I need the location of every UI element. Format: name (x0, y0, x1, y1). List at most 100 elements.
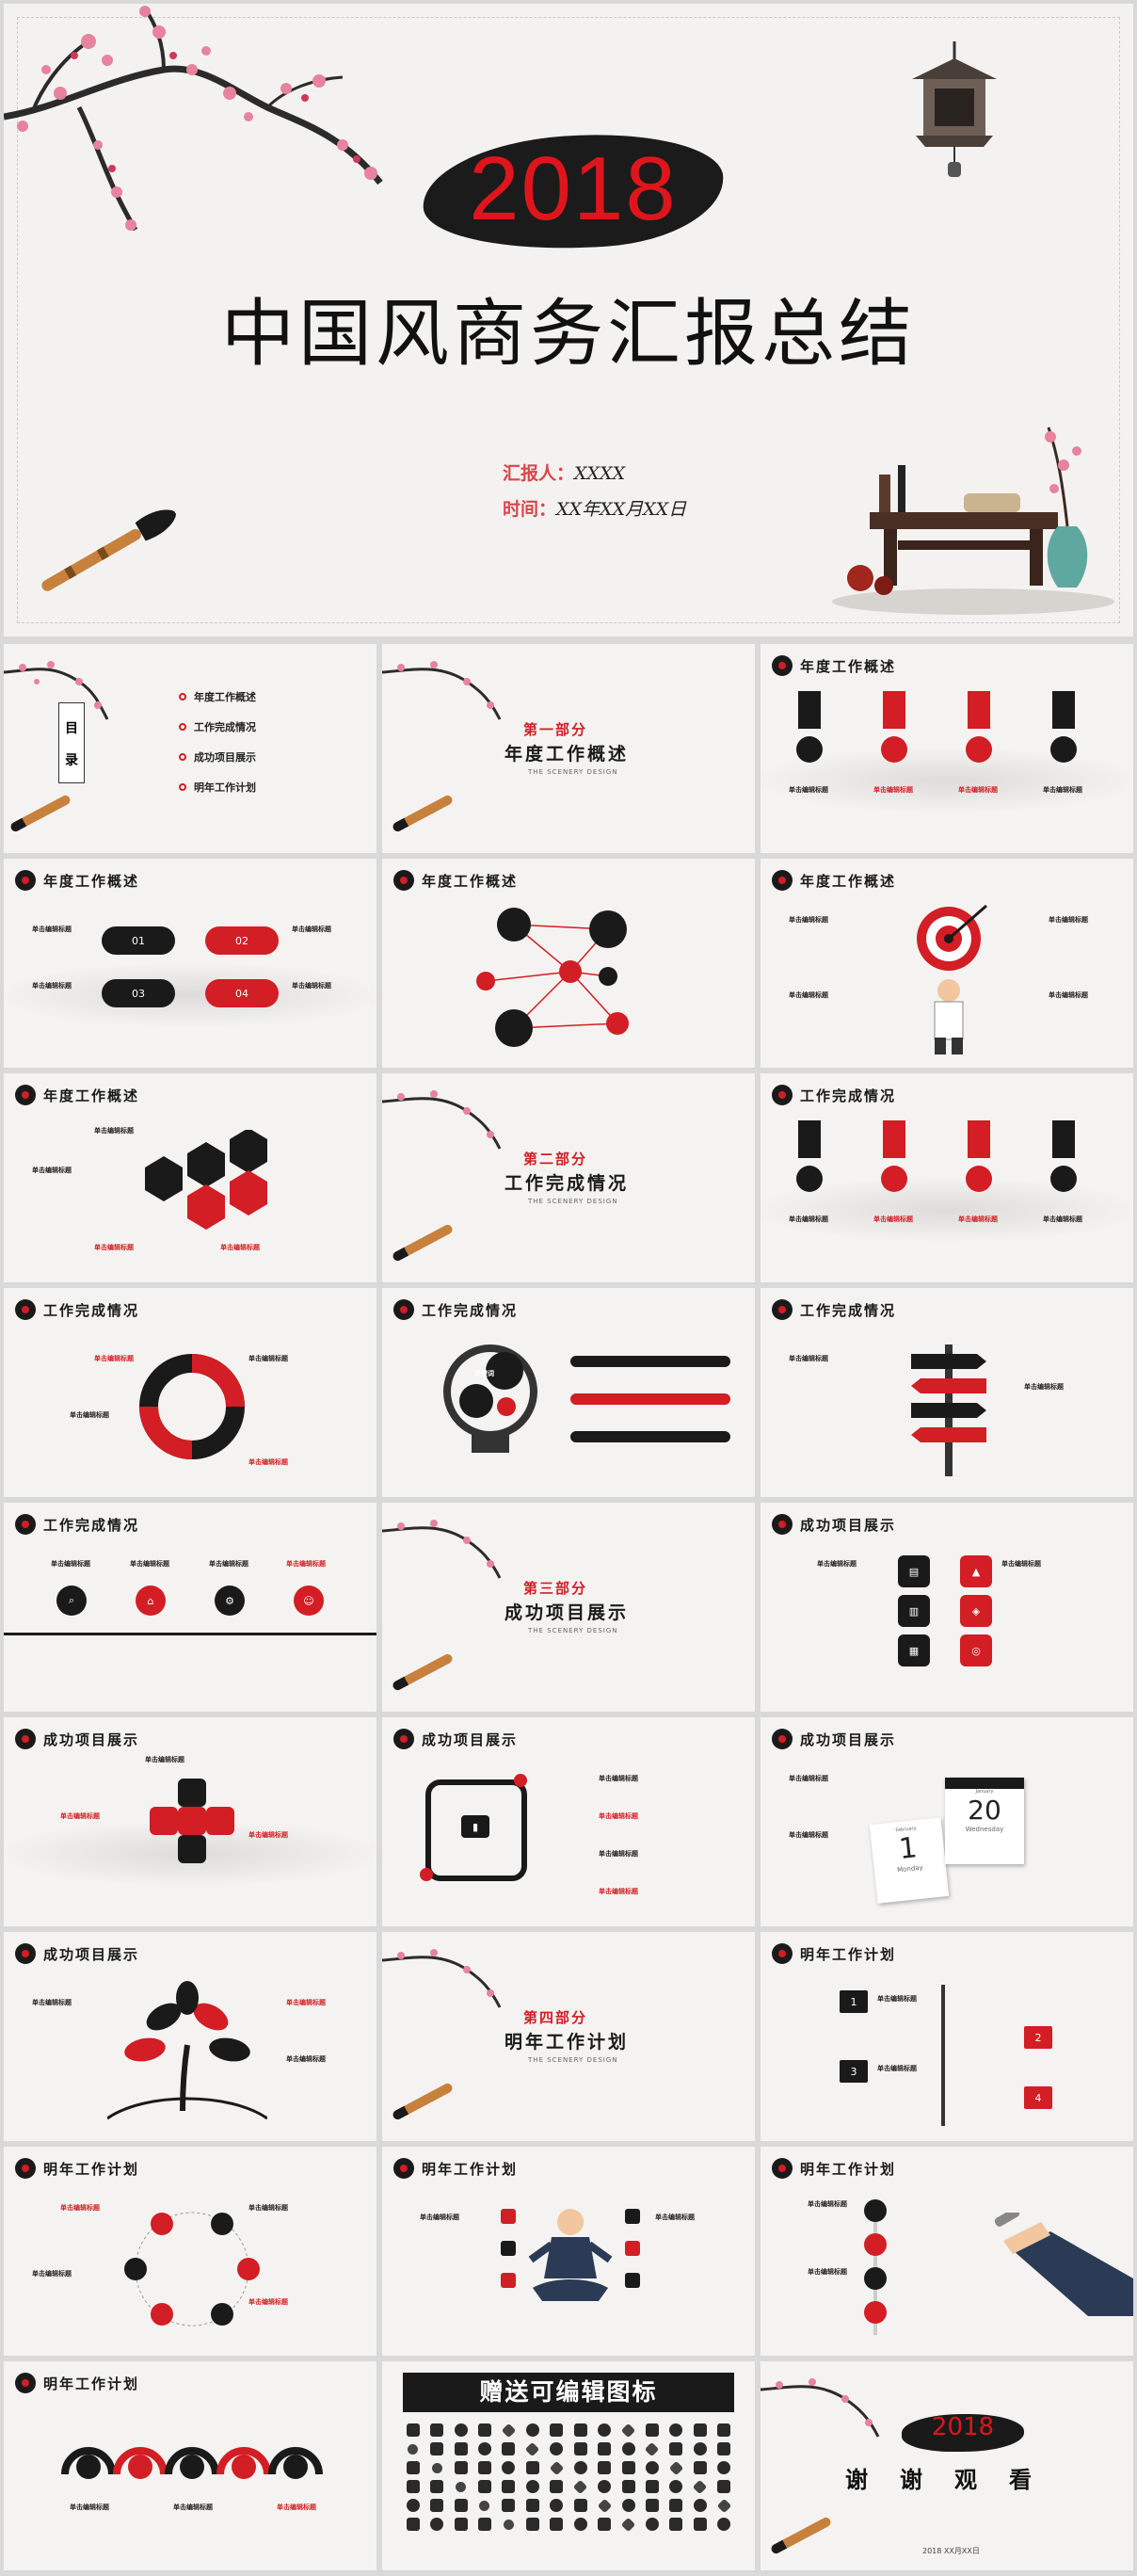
library-icon[interactable] (502, 2480, 516, 2493)
library-icon[interactable] (430, 2499, 444, 2512)
library-icon[interactable] (477, 2518, 491, 2531)
library-icon[interactable] (597, 2498, 612, 2513)
slide-section-3[interactable]: 第三部分 成功项目展示 THE SCENERY DESIGN (382, 1503, 755, 1712)
library-icon[interactable] (645, 2461, 659, 2474)
library-icon[interactable] (693, 2423, 707, 2437)
library-icon[interactable] (405, 2441, 421, 2456)
slide-project-5[interactable]: 成功项目展示 单击编辑标题 单击编辑标题 单击编辑标题 (4, 1932, 376, 2141)
library-icon[interactable] (717, 2518, 731, 2531)
library-icon[interactable] (454, 2442, 468, 2455)
slide-overview-4[interactable]: 年度工作概述 单击编辑标题 单击编辑标题 单击编辑标题 单击编辑标题 (761, 859, 1133, 1068)
slide-plan-4[interactable]: 明年工作计划 单击编辑标题 单击编辑标题 (761, 2147, 1133, 2356)
library-icon[interactable] (598, 2442, 612, 2455)
library-icon[interactable] (693, 2479, 708, 2494)
library-icon[interactable] (573, 2499, 587, 2512)
library-icon[interactable] (406, 2423, 420, 2437)
library-icon[interactable] (598, 2480, 612, 2493)
library-icon[interactable] (598, 2518, 612, 2531)
library-icon[interactable] (716, 2498, 732, 2513)
library-icon[interactable] (645, 2480, 659, 2493)
toc-item[interactable]: 成功项目展示 (179, 749, 256, 765)
library-icon[interactable] (406, 2518, 420, 2531)
library-icon[interactable] (573, 2461, 587, 2474)
library-icon[interactable] (477, 2461, 491, 2474)
slide-plan-5[interactable]: 明年工作计划 单击编辑标题 单击编辑标题 单击编辑标题 (4, 2361, 376, 2570)
library-icon[interactable] (717, 2461, 731, 2474)
slide-project-3[interactable]: 成功项目展示 ▮ 单击编辑标题 单击编辑标题 单击编辑标题 单击编辑标题 (382, 1717, 755, 1926)
slide-completion-4[interactable]: 工作完成情况 单击编辑标题 单击编辑标题 (761, 1288, 1133, 1497)
library-icon[interactable] (549, 2460, 565, 2475)
slide-completion-2[interactable]: 工作完成情况 单击编辑标题 单击编辑标题 单击编辑标题 单击编辑标题 (4, 1288, 376, 1497)
library-icon[interactable] (502, 2461, 516, 2474)
library-icon[interactable] (668, 2460, 684, 2475)
slide-completion-3[interactable]: 工作完成情况 关键词 (382, 1288, 755, 1497)
library-icon[interactable] (430, 2518, 444, 2531)
library-icon[interactable] (621, 2480, 635, 2493)
slide-overview-2[interactable]: 年度工作概述 01 02 03 04 单击编辑标题 单击编辑标题 单击编辑标题 … (4, 859, 376, 1068)
library-icon[interactable] (430, 2423, 444, 2437)
slide-completion-1[interactable]: 工作完成情况 单击编辑标题 单击编辑标题 单击编辑标题 单击编辑标题 (761, 1073, 1133, 1282)
slide-plan-1[interactable]: 明年工作计划 1 2 3 4 单击编辑标题 单击编辑标题 (761, 1932, 1133, 2141)
library-icon[interactable] (717, 2423, 731, 2437)
library-icon[interactable] (669, 2423, 683, 2437)
library-icon[interactable] (525, 2480, 539, 2493)
library-icon[interactable] (406, 2499, 420, 2512)
library-icon[interactable] (454, 2461, 468, 2474)
library-icon[interactable] (502, 2499, 516, 2512)
library-icon[interactable] (621, 2499, 635, 2512)
library-icon[interactable] (573, 2518, 587, 2531)
slide-section-4[interactable]: 第四部分 明年工作计划 THE SCENERY DESIGN (382, 1932, 755, 2141)
slide-toc[interactable]: 目录 年度工作概述 工作完成情况 成功项目展示 明年工作计划 (4, 644, 376, 853)
library-icon[interactable] (645, 2423, 659, 2437)
library-icon[interactable] (406, 2480, 420, 2493)
library-icon[interactable] (406, 2461, 420, 2474)
library-icon[interactable] (573, 2423, 587, 2437)
library-icon[interactable] (525, 2518, 539, 2531)
slide-section-1[interactable]: 第一部分 年度工作概述 THE SCENERY DESIGN (382, 644, 755, 853)
library-icon[interactable] (693, 2461, 707, 2474)
library-icon[interactable] (620, 2423, 636, 2438)
library-icon[interactable] (525, 2423, 539, 2437)
toc-item[interactable]: 年度工作概述 (179, 689, 256, 704)
library-icon[interactable] (477, 2442, 491, 2455)
library-icon[interactable] (430, 2480, 444, 2493)
library-icon[interactable] (669, 2499, 683, 2512)
library-icon[interactable] (477, 2423, 491, 2437)
slide-thanks[interactable]: 2018 谢谢观看 2018 XX月XX日 (761, 2361, 1133, 2570)
library-icon[interactable] (525, 2461, 539, 2474)
cover-slide[interactable]: 2018 中国风商务汇报总结 汇报人：XXXX 时间：XX年XX月XX日 (4, 4, 1133, 636)
library-icon[interactable] (717, 2442, 731, 2455)
library-icon[interactable] (430, 2442, 444, 2455)
library-icon[interactable] (572, 2479, 588, 2494)
library-icon[interactable] (598, 2461, 612, 2474)
library-icon[interactable] (525, 2441, 540, 2456)
library-icon[interactable] (669, 2480, 683, 2493)
library-icon[interactable] (550, 2480, 564, 2493)
library-icon[interactable] (717, 2480, 731, 2493)
library-icon[interactable] (645, 2499, 659, 2512)
library-icon[interactable] (501, 2517, 517, 2532)
library-icon[interactable] (693, 2499, 707, 2512)
library-icon[interactable] (550, 2518, 564, 2531)
library-icon[interactable] (429, 2460, 444, 2475)
library-icon[interactable] (550, 2499, 564, 2512)
library-icon[interactable] (454, 2423, 468, 2437)
slide-project-1[interactable]: 成功项目展示 ▤ ▥ ▦ ▲ ◈ ◎ 单击编辑标题 单击编辑标题 (761, 1503, 1133, 1712)
library-icon[interactable] (454, 2499, 468, 2512)
slide-overview-5[interactable]: 年度工作概述 单击编辑标题 单击编辑标题 单击编辑标题 单击编辑标题 (4, 1073, 376, 1282)
toc-item[interactable]: 明年工作计划 (179, 780, 256, 795)
library-icon[interactable] (621, 2442, 635, 2455)
slide-overview-1[interactable]: 年度工作概述 单击编辑标题 单击编辑标题 单击编辑标题 单击编辑标题 (761, 644, 1133, 853)
slide-project-4[interactable]: 成功项目展示 February 1 Monday January 20 Wedn… (761, 1717, 1133, 1926)
library-icon[interactable] (645, 2518, 659, 2531)
library-icon[interactable] (669, 2518, 683, 2531)
library-icon[interactable] (454, 2518, 468, 2531)
slide-section-2[interactable]: 第二部分 工作完成情况 THE SCENERY DESIGN (382, 1073, 755, 1282)
library-icon[interactable] (502, 2442, 516, 2455)
slide-plan-3[interactable]: 明年工作计划 单击编辑标题 单击编辑标题 (382, 2147, 755, 2356)
library-icon[interactable] (573, 2442, 587, 2455)
slide-icon-gift[interactable]: 赠送可编辑图标 (382, 2361, 755, 2570)
library-icon[interactable] (693, 2518, 707, 2531)
library-icon[interactable] (550, 2423, 564, 2437)
slide-project-2[interactable]: 成功项目展示 单击编辑标题 单击编辑标题 单击编辑标题 (4, 1717, 376, 1926)
